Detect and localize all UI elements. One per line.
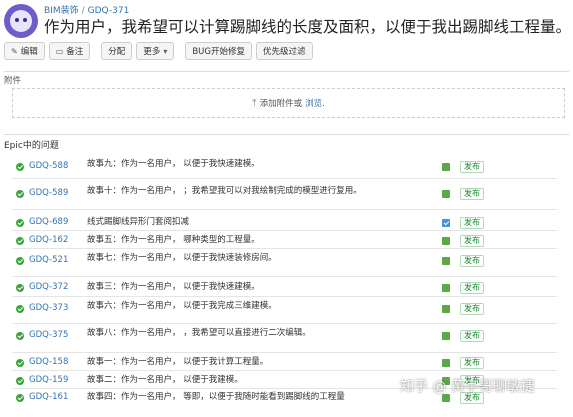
status-badge: 发布 — [460, 235, 484, 247]
divider — [4, 71, 569, 72]
chevron-down-icon: ▾ — [163, 46, 168, 56]
avatar-face-icon — [10, 10, 32, 32]
status-badge: 发布 — [460, 282, 484, 294]
done-check-icon — [16, 359, 24, 367]
table-row[interactable]: GDQ-521 故事七：作为一名用户， 以便于我快速装修房间。 发布 — [12, 251, 557, 277]
project-avatar[interactable] — [4, 4, 38, 38]
epic-issues-heading: Epic中的问题 — [4, 141, 59, 151]
status-badge: 发布 — [460, 357, 484, 369]
done-check-icon — [16, 377, 24, 385]
issue-summary[interactable]: 故事三：作为一名用户， 以便于我快速建模。 — [87, 282, 445, 293]
table-row[interactable]: GDQ-162 故事五：作为一名用户， 哪种类型的工程量。 发布 — [12, 233, 557, 249]
issue-key-link[interactable]: GDQ-372 — [29, 282, 68, 292]
more-button[interactable]: 更多 ▾ — [136, 42, 175, 60]
issue-key-link[interactable]: GDQ-521 — [29, 255, 68, 265]
priority-filter-button[interactable]: 优先级过滤 — [255, 42, 313, 60]
browse-link[interactable]: 浏览. — [305, 97, 325, 109]
edit-button[interactable]: ✎ 编辑 — [4, 42, 45, 60]
comment-icon: ▭ — [55, 46, 64, 56]
table-row[interactable]: GDQ-372 故事三：作为一名用户， 以便于我快速建模。 发布 — [12, 280, 557, 297]
issue-summary[interactable]: 故事八：作为一名用户， ，我希望可以直接进行二次编辑。 — [87, 328, 445, 339]
table-row[interactable]: GDQ-689 线式踢脚线异形门套阅扣减 发布 — [12, 215, 557, 231]
issue-summary[interactable]: 故事一：作为一名用户， 以便于我计算工程量。 — [87, 357, 445, 368]
done-check-icon — [16, 332, 24, 340]
issue-summary[interactable]: 故事二：作为一名用户， 以便于我建模。 — [87, 375, 445, 386]
issue-key-link[interactable]: GDQ-158 — [29, 357, 68, 367]
issue-key-link[interactable]: GDQ-589 — [29, 188, 68, 198]
watermark: 知乎 @ 黄宇哥聊敏捷 — [400, 379, 535, 395]
story-type-icon — [442, 359, 450, 367]
story-type-icon — [442, 237, 450, 245]
table-row[interactable]: GDQ-589 故事十：作为一名用户， ；我希望我可以对我绘制完成的模型进行复用… — [12, 184, 557, 210]
status-badge: 发布 — [460, 303, 484, 315]
issue-key-link[interactable]: GDQ-162 — [29, 235, 68, 245]
issue-summary[interactable]: 故事七：作为一名用户， 以便于我快速装修房间。 — [87, 253, 445, 264]
done-check-icon — [16, 219, 24, 227]
table-row[interactable]: GDQ-158 故事一：作为一名用户， 以便于我计算工程量。 发布 — [12, 355, 557, 371]
issue-summary[interactable]: 故事十：作为一名用户， ；我希望我可以对我绘制完成的模型进行复用。 — [87, 186, 445, 197]
done-check-icon — [16, 163, 24, 171]
edit-label: 编辑 — [20, 47, 38, 57]
assign-button[interactable]: 分配 — [101, 42, 133, 60]
done-check-icon — [16, 305, 24, 313]
story-type-icon — [442, 257, 450, 265]
issue-toolbar: ✎ 编辑 ▭ 备注 分配 更多 ▾ BUG开始修复 优先级过滤 — [4, 42, 313, 60]
attachment-dropzone[interactable]: ⤒ 添加附件或 浏览. — [12, 88, 565, 118]
table-row[interactable]: GDQ-375 故事八：作为一名用户， ，我希望可以直接进行二次编辑。 发布 — [12, 326, 557, 353]
status-badge: 发布 — [460, 330, 484, 342]
done-check-icon — [16, 237, 24, 245]
add-attachment-text: 添加附件或 — [259, 99, 303, 109]
pencil-icon: ✎ — [11, 46, 18, 56]
issue-summary[interactable]: 故事五：作为一名用户， 哪种类型的工程量。 — [87, 235, 445, 246]
issue-summary[interactable]: 故事四：作为一名用户， 等即，以便于我随时能看到踢脚线的工程量 — [87, 392, 445, 403]
issue-key-link[interactable]: GDQ-588 — [29, 161, 68, 171]
more-label: 更多 — [143, 47, 161, 57]
task-type-icon — [442, 219, 450, 227]
story-type-icon — [442, 190, 450, 198]
bug-start-fix-button[interactable]: BUG开始修复 — [185, 42, 252, 60]
issue-key-link[interactable]: GDQ-373 — [29, 303, 68, 313]
status-badge: 发布 — [460, 161, 484, 173]
comment-label: 备注 — [66, 47, 84, 57]
status-badge: 发布 — [460, 188, 484, 200]
table-row[interactable]: GDQ-588 故事九：作为一名用户， 以便于我快速建模。 发布 — [12, 157, 557, 179]
done-check-icon — [16, 394, 24, 402]
issue-summary[interactable]: 故事六：作为一名用户， 以便于我完成三维建模。 — [87, 301, 445, 312]
story-type-icon — [442, 284, 450, 292]
done-check-icon — [16, 190, 24, 198]
status-badge: 发布 — [460, 217, 484, 229]
story-type-icon — [442, 332, 450, 340]
story-type-icon — [442, 163, 450, 171]
issue-summary[interactable]: 故事九：作为一名用户， 以便于我快速建模。 — [87, 159, 445, 170]
done-check-icon — [16, 257, 24, 265]
issue-summary[interactable]: 线式踢脚线异形门套阅扣减 — [87, 217, 445, 228]
story-type-icon — [442, 305, 450, 313]
upload-icon: ⤒ — [252, 97, 257, 109]
issue-key-link[interactable]: GDQ-689 — [29, 217, 68, 227]
comment-button[interactable]: ▭ 备注 — [48, 42, 91, 60]
table-row[interactable]: GDQ-373 故事六：作为一名用户， 以便于我完成三维建模。 发布 — [12, 299, 557, 324]
issue-key-link[interactable]: GDQ-159 — [29, 375, 68, 385]
issue-key-link[interactable]: GDQ-161 — [29, 392, 68, 402]
done-check-icon — [16, 284, 24, 292]
issue-title: 作为用户，我希望可以计算踢脚线的长度及面积，以便于我出踢脚线工程量。 — [44, 18, 572, 36]
divider — [4, 134, 569, 135]
attachments-heading: 附件 — [4, 76, 22, 86]
status-badge: 发布 — [460, 255, 484, 267]
issue-key-link[interactable]: GDQ-375 — [29, 330, 68, 340]
